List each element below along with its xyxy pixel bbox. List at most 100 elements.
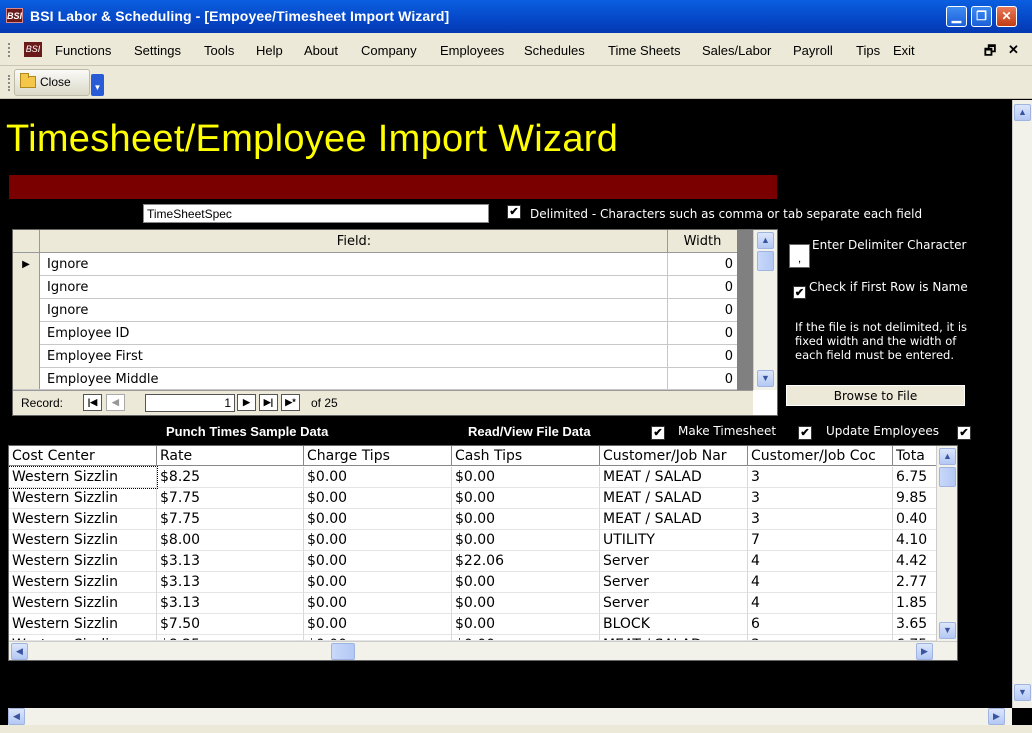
minimize-button[interactable]: ▁: [946, 6, 967, 27]
menu-tips[interactable]: Tips: [856, 43, 880, 58]
scroll-left-icon[interactable]: ◀: [11, 643, 28, 660]
field-width[interactable]: 0: [667, 368, 737, 389]
grid-cell[interactable]: $7.75: [157, 509, 304, 530]
grid-cell[interactable]: $3.13: [157, 551, 304, 572]
grid-cell[interactable]: Western Sizzlin: [9, 530, 157, 551]
field-width[interactable]: 0: [667, 322, 737, 345]
record-selector[interactable]: [13, 322, 40, 345]
menu-time-sheets[interactable]: Time Sheets: [608, 43, 681, 58]
grid-cell[interactable]: 3.65: [893, 614, 939, 635]
grid-cell[interactable]: 4.42: [893, 551, 939, 572]
menu-employees[interactable]: Employees: [440, 43, 504, 58]
toolbar-options-icon[interactable]: ▼: [91, 74, 104, 96]
grid-cell[interactable]: 6: [748, 614, 893, 635]
read-view-checkbox[interactable]: ✔: [651, 426, 665, 440]
grid-cell[interactable]: Server: [600, 593, 748, 614]
first-row-checkbox[interactable]: ✔: [793, 286, 806, 299]
grid-cell[interactable]: 4: [748, 551, 893, 572]
col-header[interactable]: Customer/Job Coc: [748, 446, 893, 466]
grid-cell[interactable]: $0.00: [304, 530, 452, 551]
col-header[interactable]: Customer/Job Nar: [600, 446, 748, 466]
grid-cell[interactable]: $0.00: [452, 572, 600, 593]
field-name[interactable]: Ignore: [47, 257, 88, 272]
menu-settings[interactable]: Settings: [134, 43, 181, 58]
record-selector[interactable]: [13, 276, 40, 299]
field-row[interactable]: Ignore 0: [13, 299, 737, 322]
grid-cell[interactable]: $0.00: [452, 614, 600, 635]
close-window-button[interactable]: ✕: [996, 6, 1017, 27]
scroll-up-icon[interactable]: ▲: [939, 448, 956, 465]
menu-functions[interactable]: Functions: [55, 43, 111, 58]
sample-grid-hscroll[interactable]: ◀ ▶: [9, 641, 957, 660]
menu-app-icon[interactable]: BSI: [24, 42, 42, 57]
grid-cell[interactable]: Server: [600, 572, 748, 593]
field-row[interactable]: ▶ Ignore 0: [13, 253, 737, 276]
grid-cell[interactable]: 7: [748, 530, 893, 551]
scroll-thumb[interactable]: [757, 251, 774, 271]
grid-cell[interactable]: 2.77: [893, 572, 939, 593]
grid-cell[interactable]: $0.00: [452, 488, 600, 509]
delimiter-input[interactable]: ,: [789, 244, 810, 268]
menu-company[interactable]: Company: [361, 43, 417, 58]
grid-cell[interactable]: 4: [748, 593, 893, 614]
mdi-restore-icon[interactable]: 🗗: [984, 42, 996, 64]
form-hscroll[interactable]: ◀ ▶: [8, 708, 1012, 725]
next-record-icon[interactable]: ▶: [237, 394, 256, 411]
update-employees-checkbox[interactable]: ✔: [957, 426, 971, 440]
scroll-down-icon[interactable]: ▼: [757, 370, 774, 387]
scroll-right-icon[interactable]: ▶: [988, 708, 1005, 725]
grid-cell[interactable]: Western Sizzlin: [9, 488, 157, 509]
grid-cell[interactable]: $7.50: [157, 614, 304, 635]
grid-cell[interactable]: 3: [748, 467, 893, 488]
grid-cell[interactable]: $8.25: [157, 467, 304, 488]
last-record-icon[interactable]: ▶|: [259, 394, 278, 411]
grid-cell[interactable]: Western Sizzlin: [9, 509, 157, 530]
field-name[interactable]: Employee First: [47, 349, 143, 364]
grid-cell[interactable]: 3: [748, 509, 893, 530]
scroll-down-icon[interactable]: ▼: [939, 622, 956, 639]
menu-schedules[interactable]: Schedules: [524, 43, 585, 58]
select-all-cell[interactable]: [13, 230, 40, 253]
grid-cell[interactable]: Western Sizzlin: [9, 614, 157, 635]
grid-cell[interactable]: MEAT / SALAD: [600, 467, 748, 488]
current-record-input[interactable]: 1: [145, 394, 235, 412]
grid-cell[interactable]: $8.00: [157, 530, 304, 551]
field-width[interactable]: 0: [667, 253, 737, 276]
scroll-up-icon[interactable]: ▲: [757, 232, 774, 249]
grid-cell[interactable]: 3: [748, 488, 893, 509]
scroll-thumb[interactable]: [939, 467, 956, 487]
grid-cell[interactable]: $0.00: [452, 530, 600, 551]
grid-cell[interactable]: $0.00: [304, 467, 452, 488]
col-header[interactable]: Cost Center: [9, 446, 157, 466]
grid-cell[interactable]: Western Sizzlin: [9, 572, 157, 593]
col-header[interactable]: Rate: [157, 446, 304, 466]
grid-cell[interactable]: $0.00: [452, 467, 600, 488]
grid-cell[interactable]: MEAT / SALAD: [600, 488, 748, 509]
menu-tools[interactable]: Tools: [204, 43, 234, 58]
field-width[interactable]: 0: [667, 345, 737, 368]
menu-payroll[interactable]: Payroll: [793, 43, 833, 58]
col-header[interactable]: Cash Tips: [452, 446, 600, 466]
grid-cell[interactable]: $3.13: [157, 572, 304, 593]
grid-cell[interactable]: 0.40: [893, 509, 939, 530]
sample-grid-vscroll[interactable]: ▲ ▼: [936, 446, 957, 641]
grid-cell[interactable]: UTILITY: [600, 530, 748, 551]
make-timesheet-checkbox[interactable]: ✔: [798, 426, 812, 440]
menu-sales-labor[interactable]: Sales/Labor: [702, 43, 771, 58]
scroll-up-icon[interactable]: ▲: [1014, 104, 1031, 121]
menu-exit[interactable]: Exit: [893, 43, 915, 58]
field-name[interactable]: Ignore: [47, 280, 88, 295]
grid-cell[interactable]: MEAT / SALAD: [600, 509, 748, 530]
grid-cell[interactable]: Server: [600, 551, 748, 572]
grid-cell[interactable]: $0.00: [452, 593, 600, 614]
field-row[interactable]: Employee ID 0: [13, 322, 737, 345]
grid-cell[interactable]: 1.85: [893, 593, 939, 614]
form-vscroll[interactable]: ▲ ▼: [1012, 100, 1032, 708]
browse-to-file-button[interactable]: Browse to File: [786, 385, 965, 406]
grid-cell[interactable]: $7.75: [157, 488, 304, 509]
field-name[interactable]: Ignore: [47, 303, 88, 318]
grid-cell[interactable]: 9.85: [893, 488, 939, 509]
prev-record-icon[interactable]: ◀: [106, 394, 125, 411]
scroll-right-icon[interactable]: ▶: [916, 643, 933, 660]
grid-cell[interactable]: Western Sizzlin: [9, 466, 158, 489]
